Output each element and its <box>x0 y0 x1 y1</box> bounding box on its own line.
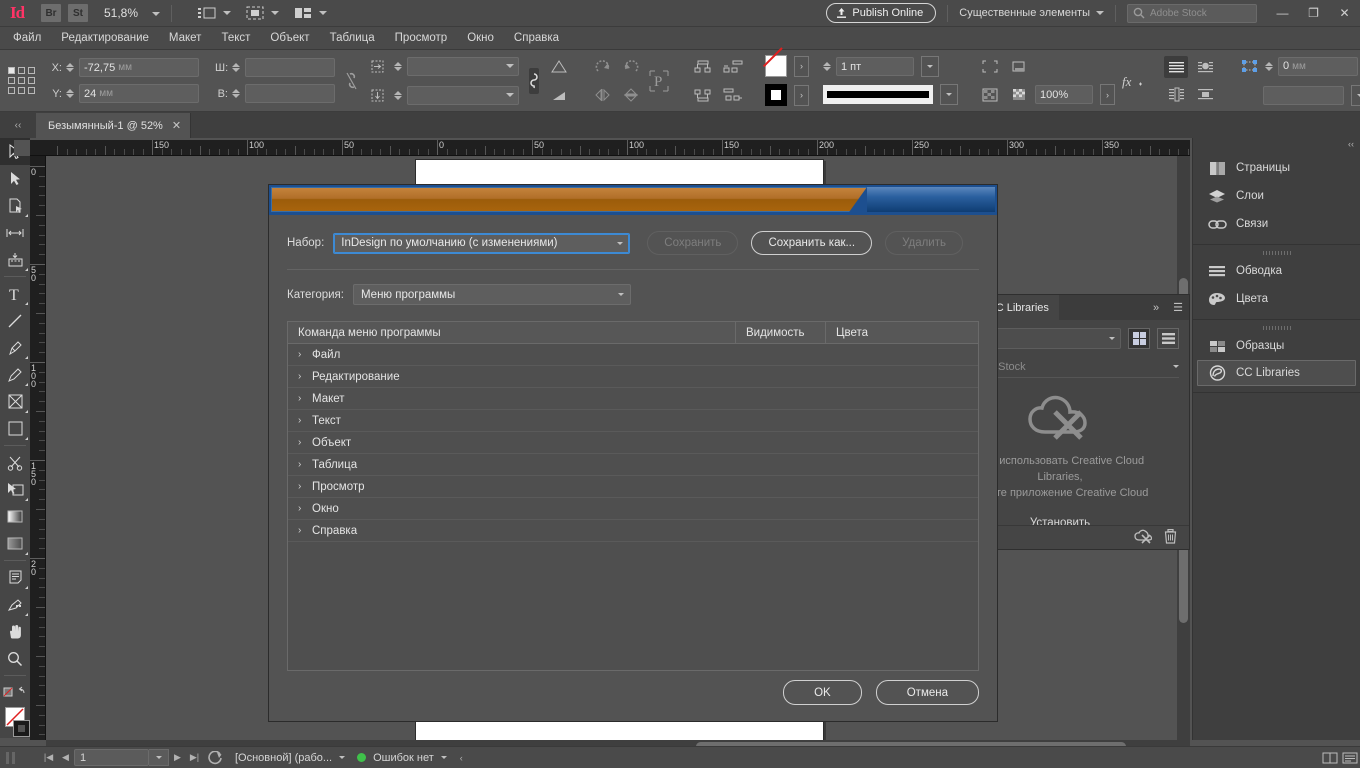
menu-commands-table[interactable]: Команда меню программы Видимость Цвета ›… <box>287 321 979 671</box>
table-header: Команда меню программы Видимость Цвета <box>288 322 978 344</box>
column-header-visibility: Видимость <box>736 322 826 343</box>
save-button[interactable]: Сохранить <box>647 231 739 255</box>
table-row[interactable]: › Просмотр <box>288 476 978 498</box>
expand-arrow-icon[interactable]: › <box>298 349 305 360</box>
category-select[interactable]: Меню программы <box>352 284 631 305</box>
expand-arrow-icon[interactable]: › <box>298 459 305 470</box>
row-label: Таблица <box>312 458 358 471</box>
row-label: Объект <box>312 436 352 449</box>
dialog-divider <box>287 269 979 270</box>
preset-label: Набор: <box>287 237 325 249</box>
dialog-title-accent <box>271 187 867 212</box>
chevron-down-icon <box>617 241 624 245</box>
column-header-command: Команда меню программы <box>288 322 736 343</box>
expand-arrow-icon[interactable]: › <box>298 393 305 404</box>
table-row[interactable]: › Справка <box>288 520 978 542</box>
preset-value: InDesign по умолчанию (с изменениями) <box>341 237 558 249</box>
table-rows: › Файл › Редактирование › Макет › Текст <box>288 344 978 542</box>
dialog-footer: OK Отмена <box>783 680 979 705</box>
table-row[interactable]: › Текст <box>288 410 978 432</box>
dialog-title-bar[interactable] <box>269 185 997 215</box>
table-row[interactable]: › Окно <box>288 498 978 520</box>
preset-select[interactable]: InDesign по умолчанию (с изменениями) <box>333 232 631 254</box>
table-row[interactable]: › Редактирование <box>288 366 978 388</box>
preset-row: Набор: InDesign по умолчанию (с изменени… <box>287 231 979 255</box>
delete-button[interactable]: Удалить <box>885 231 963 255</box>
row-label: Макет <box>312 392 345 405</box>
row-label: Окно <box>312 502 339 515</box>
indesign-window: Id Br St 51,8% Publish Online Существенн… <box>0 0 1360 768</box>
cancel-button[interactable]: Отмена <box>875 680 979 705</box>
expand-arrow-icon[interactable]: › <box>298 525 305 536</box>
expand-arrow-icon[interactable]: › <box>298 415 305 426</box>
row-label: Просмотр <box>312 480 365 493</box>
dialog-body: Набор: InDesign по умолчанию (с изменени… <box>269 215 997 721</box>
category-value: Меню программы <box>360 288 456 301</box>
dialog-title-fill <box>867 187 995 212</box>
column-header-color: Цвета <box>836 326 869 339</box>
expand-arrow-icon[interactable]: › <box>298 503 305 514</box>
save-as-button[interactable]: Сохранить как... <box>751 231 873 255</box>
customize-menus-dialog: Набор: InDesign по умолчанию (с изменени… <box>268 184 998 722</box>
table-row[interactable]: › Таблица <box>288 454 978 476</box>
expand-arrow-icon[interactable]: › <box>298 437 305 448</box>
category-row: Категория: Меню программы <box>287 284 979 305</box>
expand-arrow-icon[interactable]: › <box>298 371 305 382</box>
table-row[interactable]: › Файл <box>288 344 978 366</box>
table-row[interactable]: › Объект <box>288 432 978 454</box>
chevron-down-icon <box>617 293 624 296</box>
ok-button[interactable]: OK <box>783 680 862 705</box>
table-row[interactable]: › Макет <box>288 388 978 410</box>
row-label: Текст <box>312 414 341 427</box>
expand-arrow-icon[interactable]: › <box>298 481 305 492</box>
row-label: Редактирование <box>312 370 400 383</box>
category-label: Категория: <box>287 288 344 301</box>
row-label: Файл <box>312 348 341 361</box>
row-label: Справка <box>312 524 358 537</box>
